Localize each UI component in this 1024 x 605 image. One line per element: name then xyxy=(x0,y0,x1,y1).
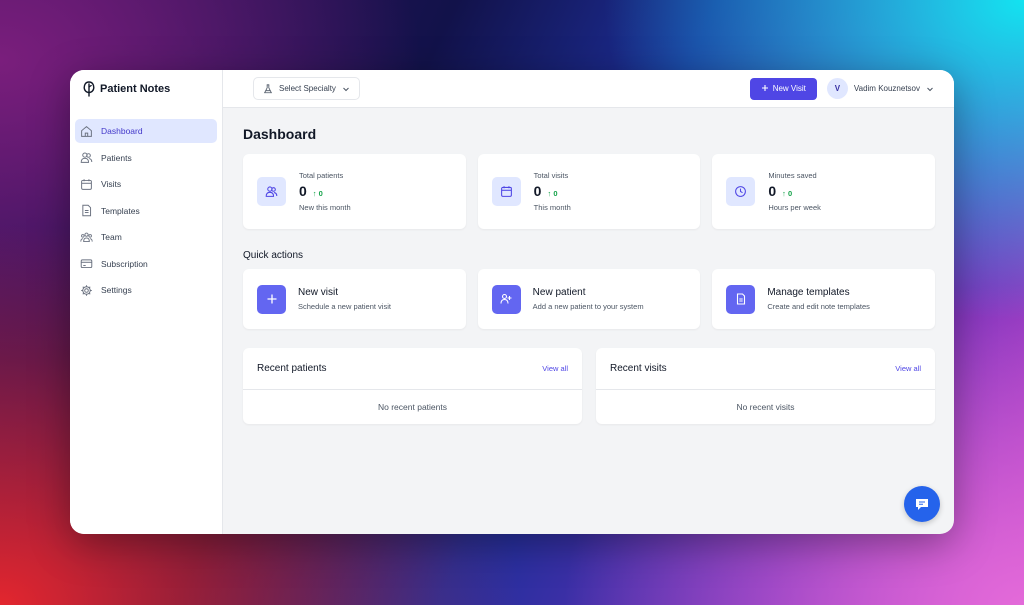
recent-row: Recent patients View all No recent patie… xyxy=(243,348,935,424)
new-visit-action[interactable]: New visit Schedule a new patient visit xyxy=(243,269,466,329)
page-title: Dashboard xyxy=(243,126,317,142)
stat-card-total-patients: Total patients 0 ↑ 0 New this month xyxy=(243,154,466,229)
main-area: Select Specialty New Visit V Vadim Kouzn… xyxy=(223,70,954,534)
sidebar-item-label: Templates xyxy=(101,205,140,216)
user-name: Vadim Kouznetsov xyxy=(853,84,920,93)
file-icon xyxy=(80,204,93,217)
recent-patients-empty: No recent patients xyxy=(378,401,447,412)
sidebar-item-visits[interactable]: Visits xyxy=(75,172,217,196)
stat-label: Total patients xyxy=(299,171,344,180)
stat-value: 0 xyxy=(533,183,542,199)
recent-visits-card: Recent visits View all No recent visits xyxy=(596,348,935,424)
sidebar-item-subscription[interactable]: Subscription xyxy=(75,252,217,276)
sidebar-nav: Dashboard Patients Visits Templates Team… xyxy=(75,119,217,302)
action-title: New visit xyxy=(298,287,339,298)
new-visit-button[interactable]: New Visit xyxy=(749,77,817,100)
view-all-patients-link[interactable]: View all xyxy=(542,364,568,373)
quick-actions-row: New visit Schedule a new patient visit N… xyxy=(243,269,936,329)
sidebar-item-label: Subscription xyxy=(101,258,148,269)
sidebar-item-label: Settings xyxy=(101,285,132,295)
stat-card-total-visits: Total visits 0 ↑ 0 This month xyxy=(477,154,701,229)
avatar: V xyxy=(826,78,848,99)
app-window: Patient Notes Dashboard Patients Visits … xyxy=(70,70,954,534)
view-all-visits-link[interactable]: View all xyxy=(895,364,921,373)
stats-row: Total patients 0 ↑ 0 New this month Tota… xyxy=(243,154,936,229)
stat-card-minutes-saved: Minutes saved 0 ↑ 0 Hours per week xyxy=(712,154,936,229)
stat-value: 0 xyxy=(768,183,777,199)
chat-button[interactable] xyxy=(904,486,940,522)
users-icon xyxy=(257,177,286,206)
document-icon xyxy=(726,284,756,314)
sidebar-item-label: Dashboard xyxy=(101,126,143,136)
flask-icon xyxy=(263,83,273,94)
credit-card-icon xyxy=(80,257,93,270)
sidebar-item-settings[interactable]: Settings xyxy=(75,278,217,302)
gear-icon xyxy=(80,284,93,297)
sidebar: Patient Notes Dashboard Patients Visits … xyxy=(70,70,223,534)
topbar-right: New Visit V Vadim Kouznetsov xyxy=(749,77,934,100)
clock-icon xyxy=(726,177,756,206)
action-title: New patient xyxy=(532,287,586,298)
new-patient-action[interactable]: New patient Add a new patient to your sy… xyxy=(477,269,701,329)
sidebar-item-label: Team xyxy=(101,232,122,242)
action-description: Create and edit note templates xyxy=(767,302,870,311)
recent-patients-title: Recent patients xyxy=(257,363,327,374)
stat-delta: ↑ 0 xyxy=(782,189,793,198)
calendar-icon xyxy=(491,177,521,206)
chat-icon xyxy=(914,496,930,512)
brand[interactable]: Patient Notes xyxy=(75,80,217,98)
stat-delta: ↑ 0 xyxy=(312,189,323,198)
team-icon xyxy=(80,231,93,244)
quick-actions-heading: Quick actions xyxy=(243,250,304,261)
stat-sub: This month xyxy=(533,203,571,212)
user-menu[interactable]: V Vadim Kouznetsov xyxy=(826,78,934,99)
stat-sub: New this month xyxy=(299,203,351,212)
chevron-down-icon xyxy=(342,85,350,93)
specialty-select[interactable]: Select Specialty xyxy=(253,77,360,100)
recent-visits-empty: No recent visits xyxy=(736,401,795,412)
sidebar-item-team[interactable]: Team xyxy=(75,225,217,249)
action-description: Schedule a new patient visit xyxy=(298,302,391,311)
specialty-label: Select Specialty xyxy=(279,84,336,93)
plus-icon xyxy=(761,84,769,94)
sidebar-item-patients[interactable]: Patients xyxy=(75,146,217,170)
sidebar-item-label: Visits xyxy=(101,179,122,189)
recent-patients-card: Recent patients View all No recent patie… xyxy=(243,348,582,424)
topbar: Select Specialty New Visit V Vadim Kouzn… xyxy=(223,70,954,108)
sidebar-item-dashboard[interactable]: Dashboard xyxy=(75,119,217,143)
new-visit-label: New Visit xyxy=(772,84,806,93)
recent-visits-title: Recent visits xyxy=(610,363,667,374)
stat-label: Minutes saved xyxy=(768,171,817,180)
home-icon xyxy=(80,125,93,138)
manage-templates-action[interactable]: Manage templates Create and edit note te… xyxy=(712,269,936,329)
stat-value: 0 xyxy=(299,183,307,199)
patient-notes-logo-icon xyxy=(83,81,95,97)
stat-delta: ↑ 0 xyxy=(547,189,558,198)
users-icon xyxy=(80,151,93,164)
sidebar-item-templates[interactable]: Templates xyxy=(75,199,217,223)
user-plus-icon xyxy=(491,284,521,314)
dashboard-content: Dashboard Total patients 0 ↑ 0 New this … xyxy=(223,108,954,534)
chevron-down-icon xyxy=(926,85,934,93)
action-title: Manage templates xyxy=(767,287,850,298)
stat-sub: Hours per week xyxy=(768,203,821,212)
calendar-icon xyxy=(80,178,93,191)
sidebar-item-label: Patients xyxy=(101,152,132,163)
app-name: Patient Notes xyxy=(100,83,171,95)
action-description: Add a new patient to your system xyxy=(532,302,644,311)
stat-label: Total visits xyxy=(533,171,569,180)
plus-icon xyxy=(257,284,286,314)
